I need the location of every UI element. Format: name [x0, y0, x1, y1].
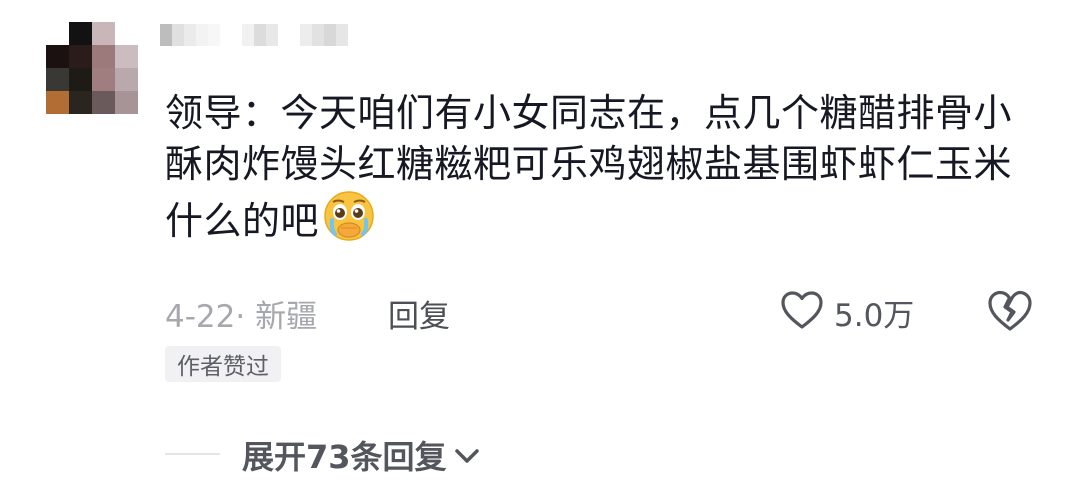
comment-body: 领导：今天咱们有小女同志在，点几个糖醋排骨小酥肉炸馒头红糖糍粑可乐鸡翅椒盐基围虾…: [165, 88, 1015, 255]
chevron-down-icon: [453, 436, 481, 474]
username-masked[interactable]: [160, 24, 348, 46]
heart-outline-icon: [780, 290, 824, 334]
expand-divider: [165, 453, 220, 455]
dislike-button[interactable]: [986, 289, 1034, 335]
pleading-face-crying-emoji: [323, 190, 375, 255]
expand-replies-label: 展开73条回复: [242, 438, 447, 476]
reply-button[interactable]: 回复: [388, 292, 450, 335]
comment-date-location: 4-22· 新疆: [165, 298, 318, 335]
expand-replies-button[interactable]: 展开73条回复: [242, 434, 481, 476]
avatar[interactable]: [46, 22, 138, 114]
broken-heart-icon: [986, 290, 1034, 337]
like-count: 5.0万: [834, 297, 915, 334]
like-button[interactable]: 5.0万: [780, 289, 914, 335]
author-liked-badge: 作者赞过: [165, 346, 281, 382]
comment-text: 领导：今天咱们有小女同志在，点几个糖醋排骨小酥肉炸馒头红糖糍粑可乐鸡翅椒盐基围虾…: [165, 91, 1013, 243]
